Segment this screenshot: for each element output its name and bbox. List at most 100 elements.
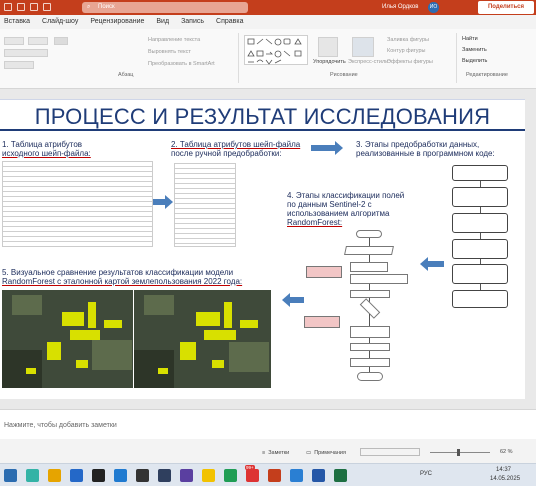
language-indicator[interactable]: РУС: [420, 471, 432, 477]
shapes-icon: [247, 38, 302, 65]
find-button[interactable]: Найти: [462, 36, 478, 42]
app-icon[interactable]: [224, 469, 237, 482]
flow-step: [350, 290, 390, 298]
share-button[interactable]: Поделиться: [478, 1, 534, 14]
source-attribute-table[interactable]: [2, 161, 153, 247]
app-icon[interactable]: [26, 469, 39, 482]
flow-step: [350, 262, 388, 272]
save-icon[interactable]: [4, 3, 12, 11]
flow-step: [350, 274, 408, 284]
step4-line: использованием алгоритма: [287, 209, 390, 218]
search-input[interactable]: ⌕ Поиск: [82, 2, 248, 13]
start-icon[interactable]: [4, 469, 17, 482]
align-buttons[interactable]: [4, 49, 48, 57]
step5-text[interactable]: 5. Визуальное сравнение результатов клас…: [2, 268, 242, 286]
redo-icon[interactable]: [30, 3, 38, 11]
search-icon: ⌕: [87, 4, 91, 10]
flow-connector: [369, 314, 370, 326]
arrange-button[interactable]: [318, 37, 338, 57]
notification-badge: 99+: [245, 465, 255, 470]
notes-icon: ≡: [262, 450, 266, 456]
undo-icon[interactable]: [17, 3, 25, 11]
arrow-left-icon: [282, 293, 304, 307]
word-icon[interactable]: [312, 469, 325, 482]
indent-button[interactable]: [54, 37, 68, 45]
flow-step: [452, 213, 508, 233]
clock-date[interactable]: 14.05.2025: [490, 476, 520, 482]
comments-button-label: Примечания: [314, 450, 346, 456]
step2-text[interactable]: 2. Таблица атрибутов шейп-файла после ру…: [171, 140, 300, 158]
divider: [456, 33, 457, 83]
shapes-gallery[interactable]: [244, 35, 308, 65]
divider: [238, 33, 239, 83]
step3-line: 3. Этапы предобработки данных,: [356, 140, 480, 149]
zoom-slider-thumb[interactable]: [457, 449, 460, 456]
ribbon: Направление текста Выровнять текст Преоб…: [0, 29, 536, 89]
notes-toggle-button[interactable]: ≡ Заметки: [262, 450, 289, 456]
shape-effects-button[interactable]: Эффекты фигуры: [387, 59, 433, 65]
processed-attribute-table[interactable]: [174, 163, 236, 247]
tab-insert[interactable]: Вставка: [4, 18, 30, 29]
slide-title[interactable]: ПРОЦЕСС И РЕЗУЛЬТАТ ИССЛЕДОВАНИЯ: [0, 104, 525, 130]
clock-time[interactable]: 14:37: [496, 467, 511, 473]
yandex-icon[interactable]: [246, 469, 259, 482]
classification-map-image[interactable]: [2, 290, 133, 388]
step5-line: 5. Визуальное сравнение результатов клас…: [2, 268, 234, 277]
align-text-button[interactable]: Выровнять текст: [148, 49, 191, 55]
flow-step: [344, 246, 394, 255]
folder-icon[interactable]: [48, 469, 61, 482]
text-direction-button[interactable]: Направление текста: [148, 37, 200, 43]
step3-text[interactable]: 3. Этапы предобработки данных, реализова…: [356, 140, 495, 158]
flow-connector: [369, 351, 370, 358]
step4-line: 4. Этапы классификации полей: [287, 191, 405, 200]
tab-view[interactable]: Вид: [156, 18, 169, 29]
shape-fill-button[interactable]: Заливка фигуры: [387, 37, 429, 43]
app-icon[interactable]: [180, 469, 193, 482]
numbering-button[interactable]: [28, 37, 48, 45]
flow-step: [452, 290, 508, 308]
font-color-buttons[interactable]: [4, 61, 34, 69]
quick-styles-button[interactable]: [352, 37, 374, 57]
view-buttons[interactable]: [360, 448, 420, 456]
powerpoint-icon[interactable]: [268, 469, 281, 482]
replace-button[interactable]: Заменить: [462, 47, 487, 53]
app-icon[interactable]: [202, 469, 215, 482]
notes-pane[interactable]: Нажмите, чтобы добавить заметки: [0, 409, 536, 439]
select-button[interactable]: Выделить: [462, 58, 487, 64]
app-icon[interactable]: [158, 469, 171, 482]
flow-step: [350, 343, 390, 351]
zoom-level[interactable]: 62 %: [500, 449, 513, 455]
flow-step: [357, 372, 383, 381]
vscode-icon[interactable]: [114, 469, 127, 482]
app-icon[interactable]: [92, 469, 105, 482]
step4-line: по данным Sentinel-2 с: [287, 200, 372, 209]
zoom-slider[interactable]: [430, 452, 490, 453]
arrange-label: Упорядочить: [313, 59, 346, 65]
terminal-icon[interactable]: [136, 469, 149, 482]
tab-record[interactable]: Запись: [181, 18, 204, 29]
app-icon[interactable]: [290, 469, 303, 482]
comments-toggle-button[interactable]: ▭ Примечания: [306, 450, 346, 456]
step4-text[interactable]: 4. Этапы классификации полей по данным S…: [287, 191, 404, 227]
notes-placeholder: Нажмите, чтобы добавить заметки: [4, 422, 117, 429]
smartart-button[interactable]: Преобразовать в SmartArt: [148, 61, 215, 67]
edge-icon[interactable]: [70, 469, 83, 482]
tab-slideshow[interactable]: Слайд-шоу: [42, 18, 78, 29]
arrow-left-icon: [420, 257, 444, 271]
quick-access-toolbar: [4, 3, 51, 11]
step1-text[interactable]: 1. Таблица атрибутов исходного шейп-файл…: [2, 140, 91, 158]
flow-connector: [369, 238, 370, 246]
arrow-right-icon: [311, 141, 343, 155]
reference-map-image[interactable]: [134, 290, 271, 388]
tab-help[interactable]: Справка: [216, 18, 243, 29]
avatar[interactable]: ИО: [428, 2, 439, 13]
present-icon[interactable]: [43, 3, 51, 11]
paragraph-group-label: Абзац: [118, 72, 134, 78]
flow-connector: [369, 255, 370, 262]
step1-line: 1. Таблица атрибутов: [2, 140, 83, 149]
excel-icon[interactable]: [334, 469, 347, 482]
bullets-button[interactable]: [4, 37, 24, 45]
step2-line: после ручной предобработки:: [171, 149, 282, 158]
shape-outline-button[interactable]: Контур фигуры: [387, 48, 425, 54]
tab-review[interactable]: Рецензирование: [90, 18, 144, 29]
